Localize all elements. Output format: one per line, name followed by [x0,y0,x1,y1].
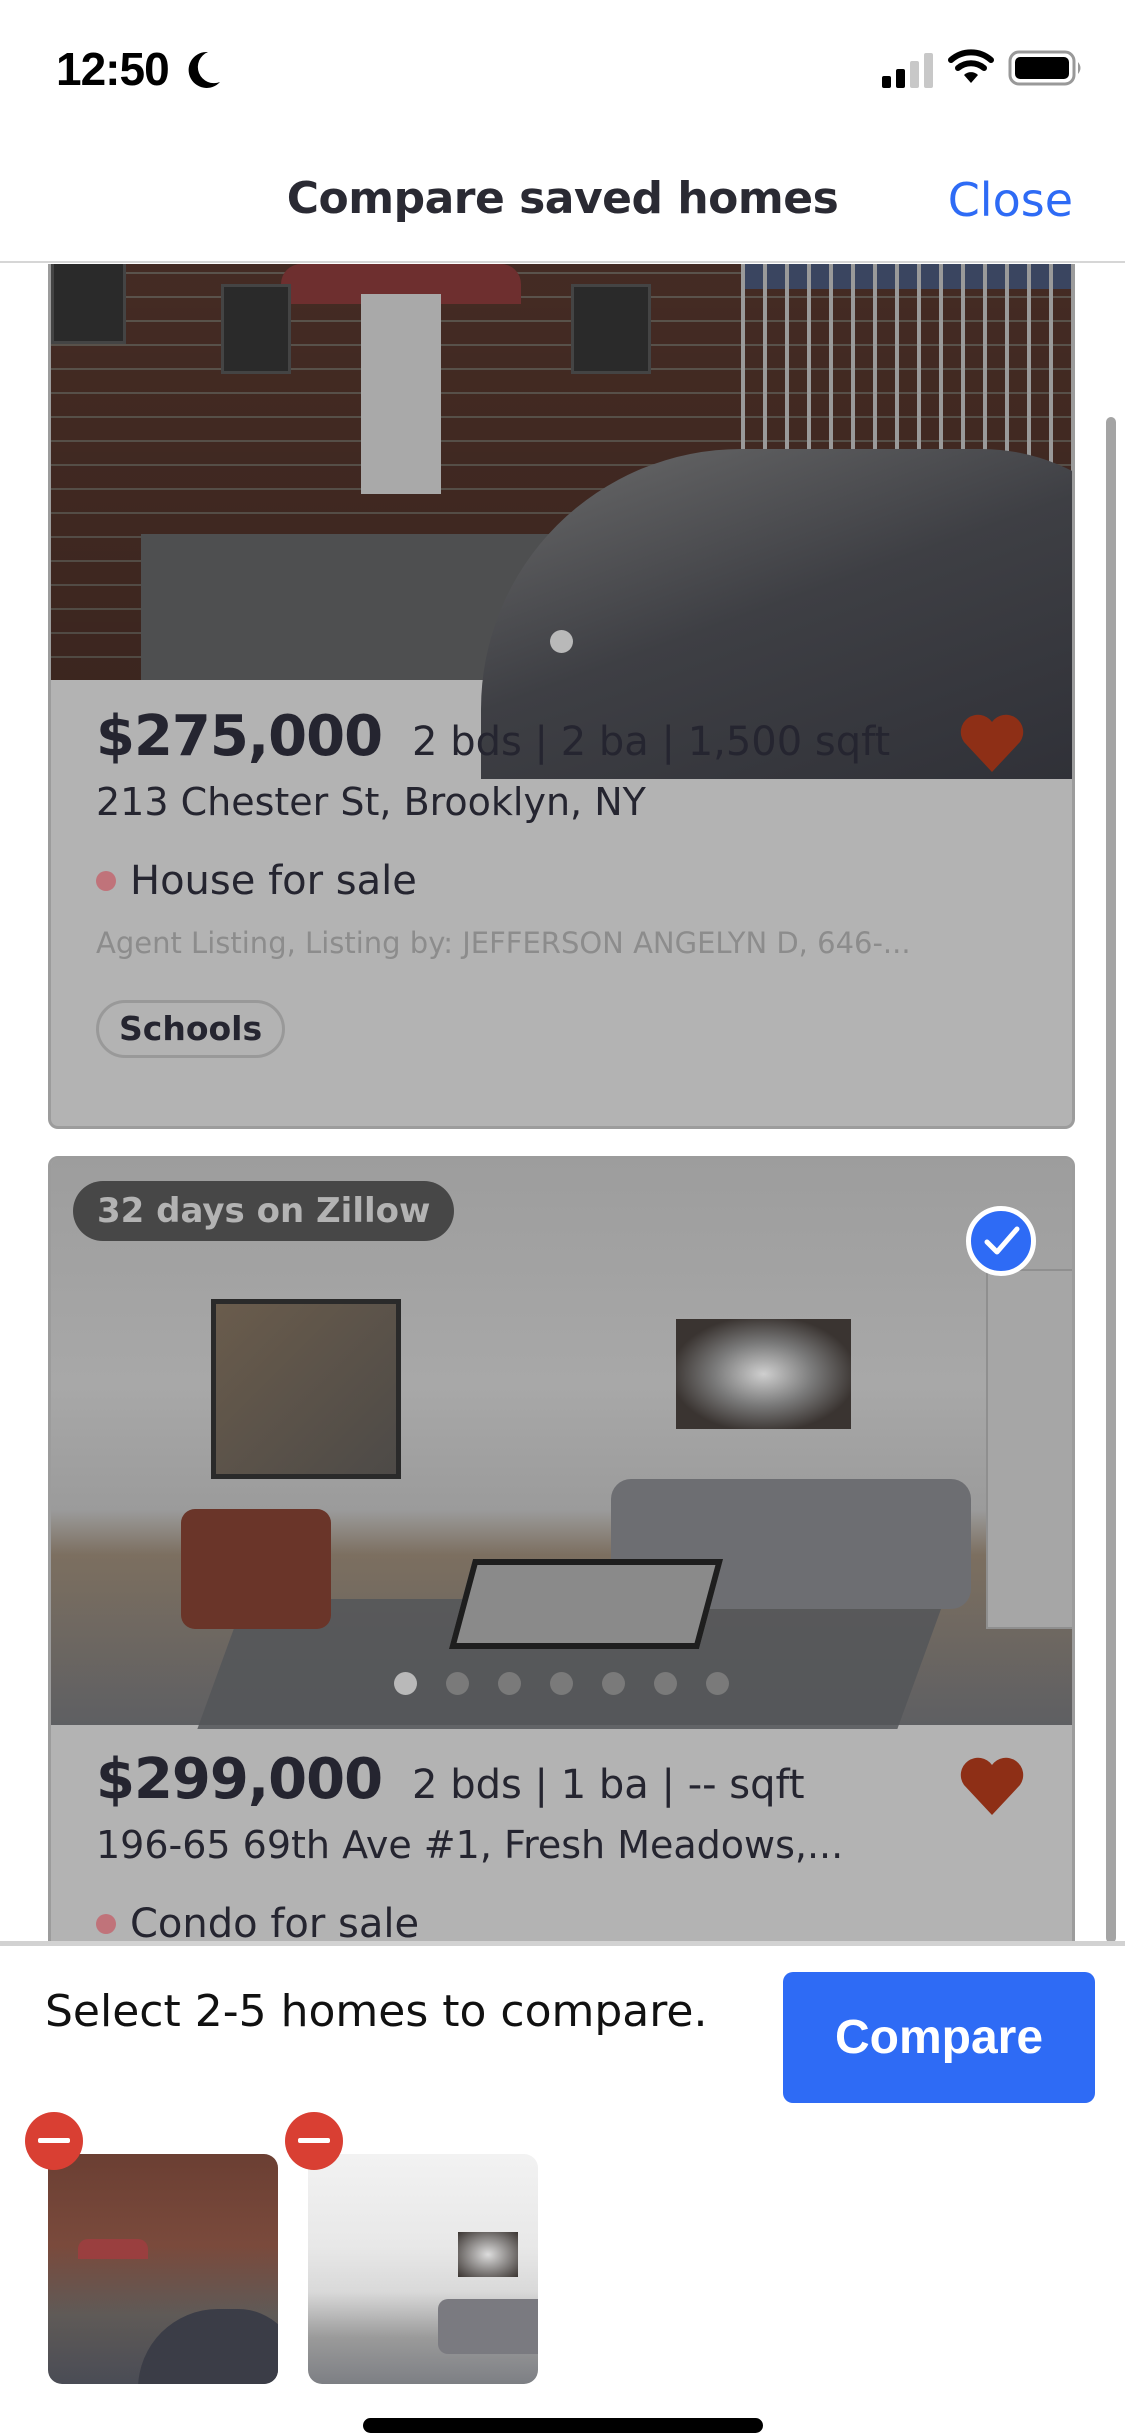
listing-card[interactable]: 32 days on Zillow $299,000 2 bds | 1 ba … [48,1156,1075,1941]
listing-price: $275,000 [96,704,383,769]
nav-header: Compare saved homes Close [0,135,1125,263]
listing-specs: 2 bds | 1 ba | -- sqft [412,1762,805,1808]
photo-detail [676,1319,851,1429]
home-indicator[interactable] [363,2418,763,2433]
listing-photo[interactable]: 32 days on Zillow [51,1159,1072,1729]
battery-icon [1008,50,1081,86]
listing-status-text: Condo for sale [130,1901,420,1941]
listing-agent: Agent Listing, Listing by: JEFFERSON ANG… [96,926,911,960]
photo-detail [448,1559,724,1649]
compare-button[interactable]: Compare [783,1972,1095,2103]
compare-instruction: Select 2-5 homes to compare. [45,1986,708,2037]
photo-detail [221,284,291,374]
listing-status: House for sale [96,848,1072,914]
schools-tag[interactable]: Schools [96,1000,286,1058]
photo-pagination [51,1672,1072,1695]
pagination-dot[interactable] [706,1672,729,1695]
selected-home-thumbnail[interactable] [308,2154,538,2384]
compare-panel: Select 2-5 homes to compare. Compare [0,1941,1125,2436]
selected-home-thumbnail[interactable] [48,2154,278,2384]
photo-detail [211,1299,401,1479]
photo-detail [51,264,126,344]
status-time: 12:50 [56,43,170,95]
listing-address: 196-65 69th Ave #1, Fresh Meadows,... [96,1823,844,1867]
pagination-dot[interactable] [550,1672,573,1695]
wifi-icon [948,49,994,83]
moon-icon [188,51,220,88]
photo-detail [571,284,651,374]
minus-circle-icon[interactable] [25,2112,83,2170]
listing-info: $275,000 2 bds | 2 ba | 1,500 sqft 213 C… [96,704,1072,1058]
status-bar: 12:50 [0,0,1125,135]
close-button[interactable]: Close [948,173,1073,227]
photo-detail [986,1269,1072,1629]
pagination-dot[interactable] [446,1672,469,1695]
pagination-dot[interactable] [602,1672,625,1695]
status-dot-icon [96,871,116,891]
scrollbar[interactable] [1106,417,1116,1941]
pagination-dot[interactable] [498,1672,521,1695]
listings-scroll-area[interactable]: $275,000 2 bds | 2 ba | 1,500 sqft 213 C… [0,264,1125,1941]
listing-address: 213 Chester St, Brooklyn, NY [96,780,646,824]
pagination-dot-active[interactable] [550,630,573,653]
listing-price: $299,000 [96,1747,383,1812]
listing-photo[interactable] [51,264,1072,779]
signal-icon [882,53,933,88]
photo-detail [181,1509,331,1629]
photo-pagination [51,630,1072,653]
minus-circle-icon[interactable] [285,2112,343,2170]
listing-specs: 2 bds | 2 ba | 1,500 sqft [412,719,891,765]
pagination-dot-active[interactable] [394,1672,417,1695]
listing-info: $299,000 2 bds | 1 ba | -- sqft 196-65 6… [96,1747,1072,1941]
photo-detail [361,294,441,494]
status-dot-icon [96,1914,116,1934]
pagination-dot[interactable] [654,1672,677,1695]
checkmark-icon [984,1226,1020,1255]
days-on-zillow-badge: 32 days on Zillow [73,1181,455,1241]
photo-detail [741,264,1072,479]
listing-card[interactable]: $275,000 2 bds | 2 ba | 1,500 sqft 213 C… [48,264,1075,1129]
listing-status-text: House for sale [130,858,417,904]
listing-status: Condo for sale [96,1891,1072,1941]
selected-checkbox[interactable] [966,1206,1036,1276]
